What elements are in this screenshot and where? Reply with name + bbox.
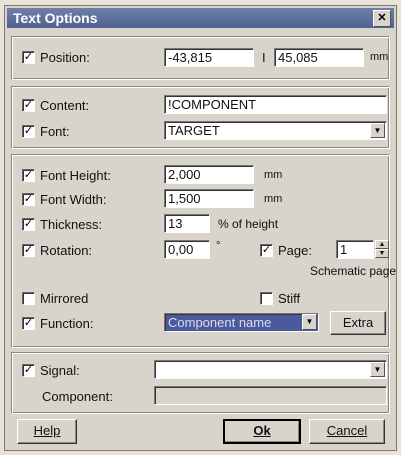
page-spinner[interactable]: ▲ ▼ <box>375 240 389 258</box>
rotation-unit: ° <box>216 240 221 252</box>
font-label: Font: <box>40 124 70 139</box>
close-button[interactable]: ✕ <box>373 10 391 27</box>
font-height-unit: mm <box>264 169 283 181</box>
content-checkbox[interactable]: ✓ <box>22 99 35 112</box>
component-label: Component: <box>42 389 113 404</box>
signal-select[interactable]: ▼ <box>154 360 387 379</box>
position-unit: mm <box>370 51 389 63</box>
font-width-unit: mm <box>264 193 283 205</box>
extra-button[interactable]: Extra <box>330 311 386 335</box>
rotation-input[interactable]: 0,00 <box>164 240 210 259</box>
rotation-label: Rotation: <box>40 243 93 258</box>
content-group: ✓ Content: !COMPONENT ✓ Font: TARGET ▼ <box>11 86 390 149</box>
font-width-label: Font Width: <box>40 192 107 207</box>
mirrored-checkbox[interactable] <box>22 292 35 305</box>
position-group: ✓ Position: -43,815 I 45,085 mm <box>11 36 390 80</box>
function-chevron-down-icon[interactable]: ▼ <box>302 314 317 330</box>
font-width-input[interactable]: 1,500 <box>164 189 254 208</box>
ok-button[interactable]: Ok <box>223 419 301 444</box>
page-checkbox[interactable]: ✓ <box>260 244 273 257</box>
cancel-button[interactable]: Cancel <box>309 419 385 444</box>
mirrored-label: Mirrored <box>40 291 89 306</box>
signal-checkbox[interactable]: ✓ <box>22 364 35 377</box>
component-field <box>154 386 387 405</box>
thickness-input[interactable]: 13 <box>164 214 210 233</box>
position-separator: I <box>262 50 266 65</box>
position-label: Position: <box>40 50 90 65</box>
format-group: ✓ Font Height: 2,000 mm ✓ Font Width: 1,… <box>11 154 396 348</box>
font-checkbox[interactable]: ✓ <box>22 125 35 138</box>
font-select[interactable]: TARGET ▼ <box>164 121 387 140</box>
help-button-label: Help <box>33 423 61 438</box>
chevron-down-icon[interactable]: ▼ <box>370 123 385 138</box>
signal-label: Signal: <box>40 363 80 378</box>
spin-down-icon[interactable]: ▼ <box>375 249 389 258</box>
signal-chevron-down-icon[interactable]: ▼ <box>370 362 385 377</box>
signal-group: ✓ Signal: ▼ Component: <box>11 352 390 414</box>
content-label: Content: <box>40 98 90 113</box>
spin-up-icon[interactable]: ▲ <box>375 240 389 249</box>
page-label: Page: <box>278 243 312 258</box>
function-select[interactable]: Component name <box>164 313 319 332</box>
stiff-checkbox[interactable] <box>260 292 273 305</box>
thickness-unit: % of height <box>218 217 279 231</box>
font-height-input[interactable]: 2,000 <box>164 165 254 184</box>
rotation-checkbox[interactable]: ✓ <box>22 244 35 257</box>
position-y-input[interactable]: 45,085 <box>274 48 364 67</box>
function-checkbox[interactable]: ✓ <box>22 317 35 330</box>
window-title: Text Options <box>13 10 98 26</box>
position-x-input[interactable]: -43,815 <box>164 48 254 67</box>
content-input[interactable]: !COMPONENT <box>164 95 387 114</box>
font-width-checkbox[interactable]: ✓ <box>22 193 35 206</box>
position-checkbox[interactable]: ✓ <box>22 51 35 64</box>
help-button[interactable]: Help <box>17 419 77 444</box>
page-input[interactable]: 1 <box>336 240 374 259</box>
function-select-value: Component name <box>168 315 272 330</box>
stiff-label: Stiff <box>278 291 301 306</box>
function-label: Function: <box>40 316 94 331</box>
thickness-checkbox[interactable]: ✓ <box>22 218 35 231</box>
font-select-value: TARGET <box>168 123 220 138</box>
page-caption: Schematic page <box>310 264 397 278</box>
title-bar: Text Options ✕ <box>7 8 394 28</box>
thickness-label: Thickness: <box>40 217 103 232</box>
font-height-checkbox[interactable]: ✓ <box>22 169 35 182</box>
cancel-button-label: Cancel <box>326 423 368 438</box>
text-options-dialog: Text Options ✕ ✓ Position: -43,815 I 45,… <box>4 5 397 451</box>
font-height-label: Font Height: <box>40 168 111 183</box>
ok-button-label: Ok <box>253 423 271 438</box>
